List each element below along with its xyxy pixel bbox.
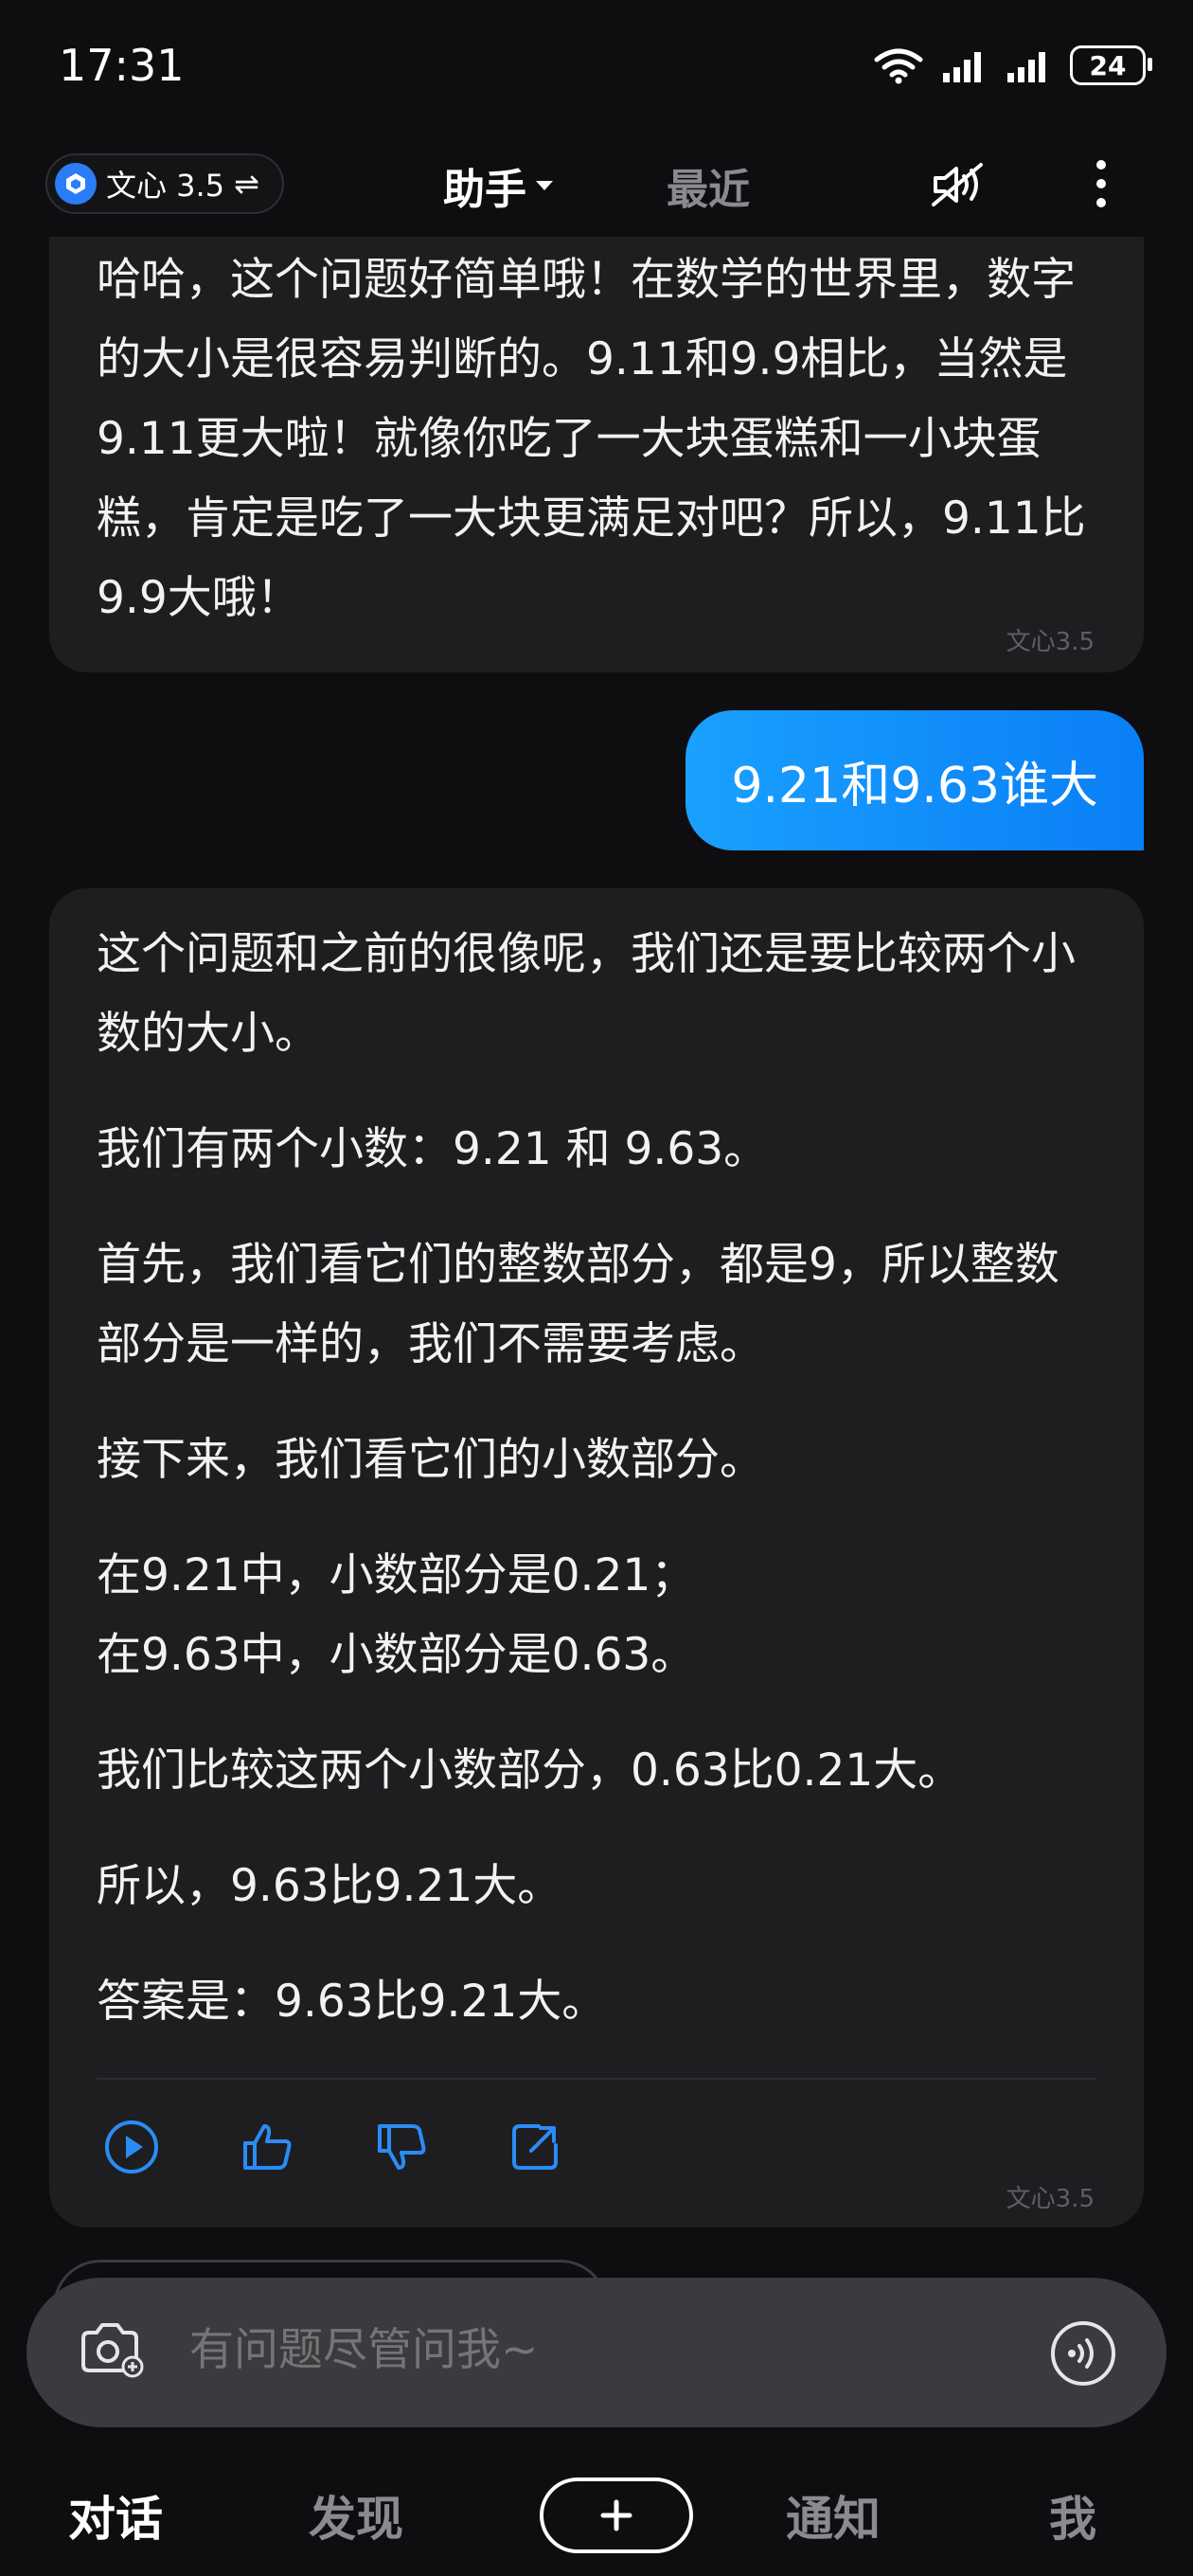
user-message: 9.21和9.63谁大 (686, 710, 1144, 850)
thumbs-down-icon[interactable] (371, 2118, 430, 2176)
model-switch-button[interactable]: 文心 3.5 ⇌ (45, 153, 284, 214)
bot-paragraph: 答案是：9.63比9.21大。 (97, 1976, 607, 2028)
new-chat-button[interactable] (540, 2478, 693, 2553)
camera-icon[interactable] (78, 2319, 144, 2386)
status-icons: 24 (873, 45, 1152, 85)
chevron-down-icon (536, 181, 553, 190)
voice-input-icon[interactable] (1049, 2319, 1117, 2391)
voice-mute-icon[interactable] (928, 159, 987, 214)
model-logo-icon (55, 163, 97, 205)
signal-icon (943, 52, 981, 82)
bottom-nav: 对话 发现 通知 我 (0, 2462, 1193, 2576)
bot-paragraph: 我们比较这两个小数部分，0.63比0.21大。 (97, 1744, 963, 1797)
more-options-icon[interactable] (1087, 155, 1115, 216)
signal-icon (1007, 52, 1045, 82)
tab-assistant-label: 助手 (443, 166, 526, 214)
status-bar: 17:31 24 (0, 0, 1193, 133)
bot-paragraph: 接下来，我们看它们的小数部分。 (97, 1434, 764, 1486)
nav-discover[interactable]: 发现 (309, 2481, 403, 2549)
bot-paragraph: 在9.63中，小数部分是0.63。 (97, 1629, 696, 1681)
play-icon[interactable] (102, 2118, 161, 2176)
swap-icon: ⇌ (234, 166, 259, 202)
bot-paragraph: 我们有两个小数：9.21 和 9.63。 (97, 1123, 769, 1175)
nav-me[interactable]: 我 (1049, 2481, 1096, 2549)
share-icon[interactable] (506, 2118, 564, 2176)
nav-notice[interactable]: 通知 (786, 2481, 881, 2549)
bot-paragraph: 所以，9.63比9.21大。 (97, 1860, 562, 1912)
nav-chat[interactable]: 对话 (68, 2481, 163, 2549)
plus-icon (600, 2499, 632, 2531)
bot-message-text: 哈哈，这个问题好简单哦！在数学的世界里，数字的大小是很容易判断的。9.11和9.… (97, 254, 1086, 624)
model-tag: 文心3.5 (1006, 628, 1095, 656)
status-time: 17:31 (59, 40, 185, 91)
model-tag: 文心3.5 (1006, 2185, 1095, 2213)
bot-paragraph: 这个问题和之前的很像呢，我们还是要比较两个小数的大小。 (97, 928, 1076, 1060)
battery-indicator: 24 (1070, 45, 1152, 85)
model-label: 文心 3.5 (106, 168, 225, 204)
bot-paragraph: 在9.21中，小数部分是0.21； (97, 1549, 696, 1601)
bot-message: 这个问题和之前的很像呢，我们还是要比较两个小数的大小。 我们有两个小数：9.21… (49, 888, 1144, 2227)
wifi-icon (874, 48, 923, 84)
top-bar: 文心 3.5 ⇌ 助手 最近 (0, 142, 1193, 227)
bot-message-content: 这个问题和之前的很像呢，我们还是要比较两个小数的大小。 我们有两个小数：9.21… (97, 915, 1096, 2078)
tab-recent[interactable]: 最近 (667, 155, 750, 216)
bot-paragraph: 首先，我们看它们的整数部分，都是9，所以整数部分是一样的，我们不需要考虑。 (97, 1239, 1059, 1370)
thumbs-up-icon[interactable] (237, 2118, 295, 2176)
bot-message: 哈哈，这个问题好简单哦！在数学的世界里，数字的大小是很容易判断的。9.11和9.… (49, 237, 1144, 672)
message-input[interactable] (187, 2323, 1024, 2377)
message-actions (102, 2118, 564, 2176)
tab-assistant[interactable]: 助手 (443, 155, 555, 216)
divider (97, 2078, 1096, 2080)
input-bar (27, 2278, 1166, 2427)
